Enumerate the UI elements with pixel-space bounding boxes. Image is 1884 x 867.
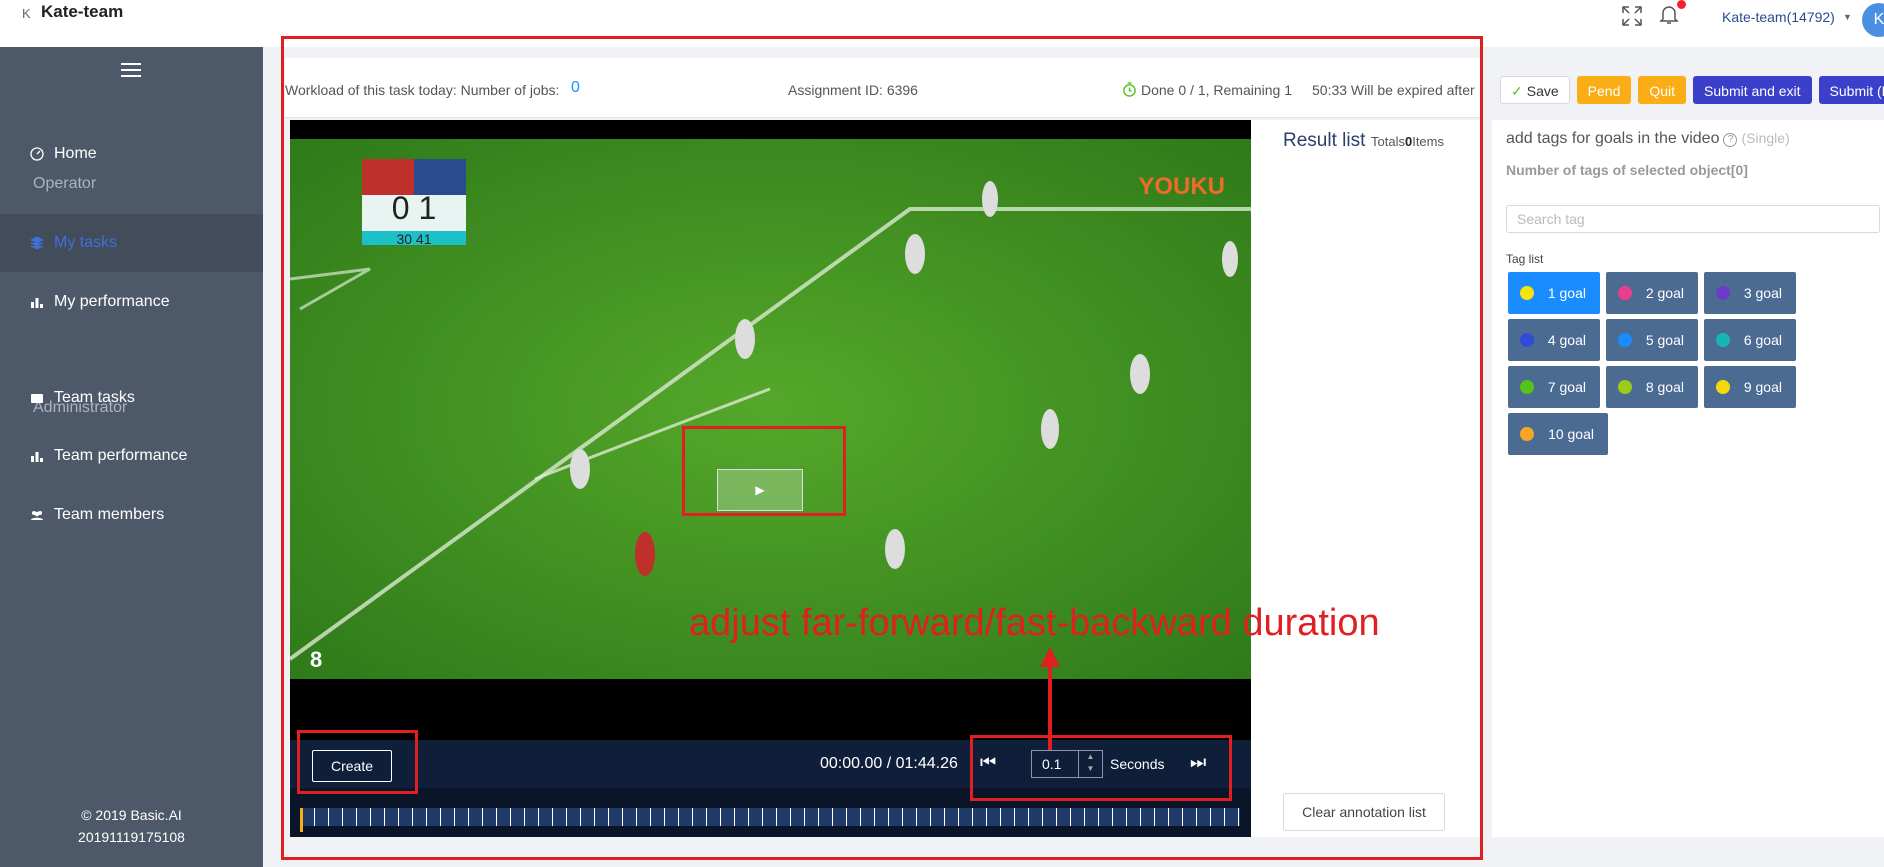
tag-label: 2 goal [1645, 285, 1684, 301]
avatar[interactable]: K [1862, 3, 1884, 37]
annotation-arrow-icon [1040, 647, 1060, 750]
tag-label: 1 goal [1547, 285, 1586, 301]
sidebar-item-my-performance[interactable]: My performance [0, 273, 263, 331]
notification-badge [1677, 0, 1686, 9]
tag-label: 8 goal [1645, 379, 1684, 395]
tag-title-text: add tags for goals in the video [1506, 130, 1720, 147]
tag-mode: (Single) [1741, 130, 1790, 146]
tag-item[interactable]: 9 goal [1704, 366, 1796, 408]
app-title: Kate-team [41, 2, 124, 21]
submit-button[interactable]: Submit (D [1818, 76, 1884, 104]
copyright: © 2019 Basic.AI [81, 807, 182, 823]
tag-label: 9 goal [1743, 379, 1782, 395]
tag-item[interactable]: 2 goal [1606, 272, 1698, 314]
tag-list-label: Tag list [1506, 252, 1544, 266]
save-label: Save [1526, 83, 1559, 99]
dashboard-icon [30, 147, 44, 161]
annotation-outline-main [281, 36, 1483, 860]
tag-item[interactable]: 3 goal [1704, 272, 1796, 314]
sidebar-item-label: Team tasks [54, 389, 135, 406]
bar-chart-icon [31, 452, 43, 462]
tag-item[interactable]: 4 goal [1508, 319, 1600, 361]
sidebar-section-operator: Operator [33, 175, 97, 192]
annotation-outline-play [682, 426, 846, 516]
sidebar-item-label: My performance [54, 293, 170, 310]
sidebar-item-team-tasks[interactable]: Team tasks [0, 369, 263, 427]
tag-label: 4 goal [1547, 332, 1586, 348]
quit-button[interactable]: Quit [1638, 76, 1687, 104]
tag-item[interactable]: 8 goal [1606, 366, 1698, 408]
layers-icon [30, 236, 44, 250]
tag-item[interactable]: 7 goal [1508, 366, 1600, 408]
menu-toggle-icon[interactable] [121, 63, 141, 79]
pend-button[interactable]: Pend [1576, 76, 1632, 104]
annotation-outline-step [970, 735, 1232, 801]
tag-label: 3 goal [1743, 285, 1782, 301]
check-icon: ✓ [1511, 83, 1523, 99]
tag-item[interactable]: 1 goal [1508, 272, 1600, 314]
tag-item[interactable]: 6 goal [1704, 319, 1796, 361]
folder-icon [31, 394, 43, 403]
submit-and-exit-button[interactable]: Submit and exit [1693, 76, 1812, 104]
user-menu[interactable]: Kate-team(14792) [1722, 9, 1835, 25]
team-icon [31, 511, 43, 520]
help-icon[interactable]: ? [1723, 133, 1738, 147]
logo-icon: K [22, 6, 31, 21]
tag-color-dot [1520, 286, 1534, 300]
sidebar-item-label: My tasks [54, 234, 118, 251]
tag-panel-title: add tags for goals in the video? (Single) [1506, 130, 1790, 148]
tag-color-dot [1520, 427, 1534, 441]
tag-item[interactable]: 10 goal [1508, 413, 1608, 455]
bar-chart-icon [31, 298, 43, 308]
caret-down-icon[interactable]: ▼ [1843, 12, 1852, 22]
sidebar-item-label: Team members [54, 506, 165, 523]
tag-search-input[interactable]: Search tag [1506, 205, 1880, 233]
sidebar-item-label: Team performance [54, 447, 188, 464]
tag-color-dot [1618, 380, 1632, 394]
tag-item[interactable]: 5 goal [1606, 319, 1698, 361]
tag-label: 7 goal [1547, 379, 1586, 395]
fullscreen-icon[interactable] [1620, 4, 1644, 28]
tag-color-dot [1618, 333, 1632, 347]
tag-count: Number of tags of selected object[0] [1506, 162, 1748, 178]
sidebar-item-my-tasks[interactable]: My tasks [0, 214, 263, 272]
sidebar-item-team-members[interactable]: Team members [0, 486, 263, 544]
tag-label: 10 goal [1548, 426, 1594, 442]
annotation-caption: adjust far-forward/fast-backward duratio… [689, 602, 1380, 644]
sidebar: Home Operator My tasks My performance Ad… [0, 47, 263, 867]
tag-label: 6 goal [1743, 332, 1782, 348]
sidebar-item-label: Home [54, 145, 97, 162]
tag-color-dot [1618, 286, 1632, 300]
sidebar-item-team-performance[interactable]: Team performance [0, 427, 263, 485]
version: 20191119175108 [78, 829, 185, 845]
task-actions: ✓ Save Pend Quit Submit and exit Submit (… [1500, 76, 1884, 104]
tag-color-dot [1716, 333, 1730, 347]
tag-color-dot [1716, 286, 1730, 300]
tag-panel: add tags for goals in the video? (Single)… [1492, 120, 1884, 837]
tag-label: 5 goal [1645, 332, 1684, 348]
annotation-outline-create [297, 730, 418, 794]
tag-color-dot [1520, 380, 1534, 394]
save-button[interactable]: ✓ Save [1500, 76, 1570, 104]
tag-color-dot [1716, 380, 1730, 394]
tag-color-dot [1520, 333, 1534, 347]
